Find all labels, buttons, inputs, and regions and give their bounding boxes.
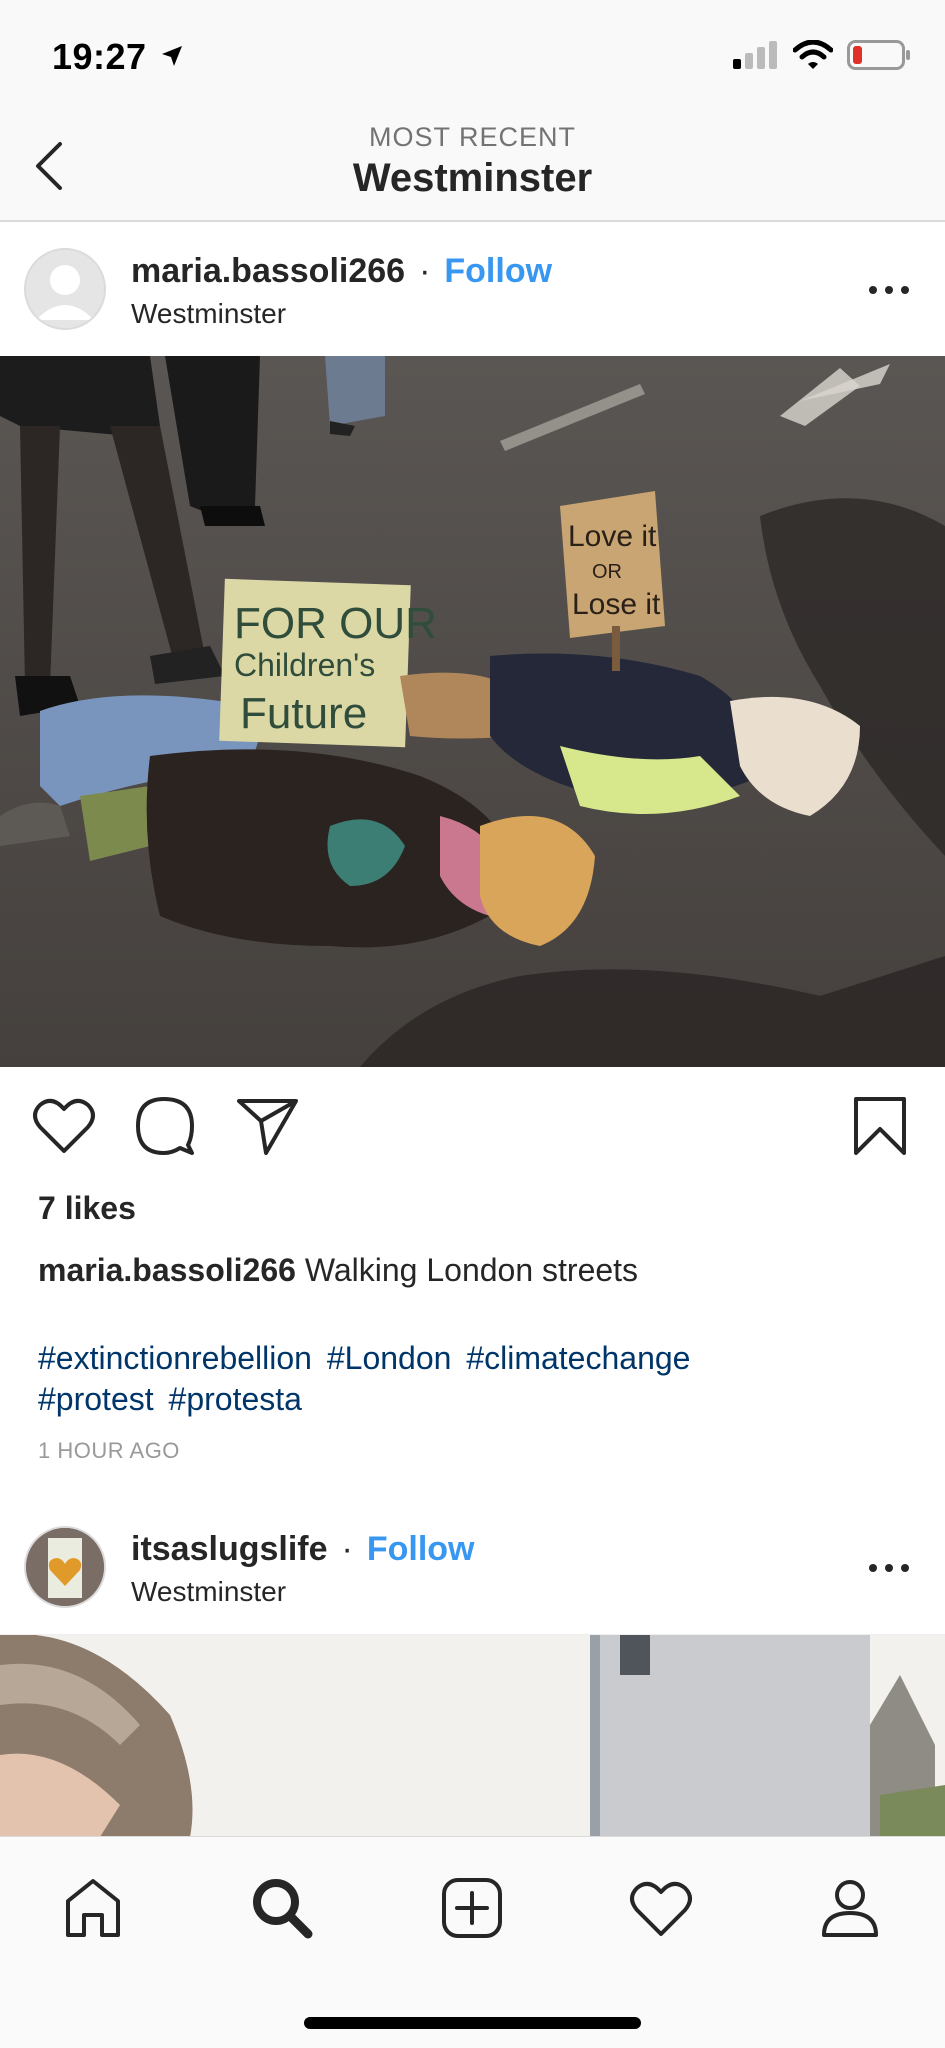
post-location[interactable]: Westminster (131, 298, 286, 330)
caption: maria.bassoli266 Walking London streets (38, 1250, 918, 1290)
like-button[interactable] (32, 1095, 96, 1160)
new-post-icon (442, 1878, 502, 1938)
nav-header: MOST RECENT Westminster (0, 110, 945, 222)
post-header: maria.bassoli266 · Follow Westminster (0, 222, 945, 356)
hashtag-link[interactable]: #climatechange (466, 1340, 690, 1376)
avatar[interactable] (24, 248, 106, 330)
page-title: Westminster (352, 156, 593, 200)
cellular-signal-icon (733, 41, 777, 69)
hashtags: #extinctionrebellion #London #climatecha… (38, 1338, 918, 1420)
post-photo[interactable]: FOR OUR Children's Future Love it OR Los… (0, 356, 945, 1067)
sign1-line1: FOR OUR (234, 599, 437, 648)
separator-dot: · (341, 1530, 353, 1568)
separator-dot: · (419, 252, 431, 290)
more-dot-icon (901, 1564, 909, 1572)
battery-icon (847, 40, 910, 70)
more-options-button[interactable] (869, 1562, 909, 1574)
tab-bar (0, 1836, 945, 2048)
activity-icon (630, 1881, 692, 1936)
status-time: 19:27 (52, 36, 147, 77)
follow-button[interactable]: Follow (367, 1530, 475, 1569)
bookmark-icon (854, 1097, 906, 1155)
hashtag-link[interactable]: #protesta (169, 1381, 302, 1417)
home-icon (66, 1879, 120, 1937)
post-timestamp: 1 HOUR AGO (38, 1438, 180, 1463)
share-button[interactable] (236, 1095, 300, 1160)
more-options-button[interactable] (869, 284, 909, 296)
default-avatar-icon (36, 265, 94, 320)
caption-text: Walking London streets (304, 1252, 639, 1288)
post-username[interactable]: maria.bassoli266 (131, 252, 405, 291)
tab-new-post[interactable] (437, 1873, 507, 1943)
post-user-line: itsaslugslife · Follow (131, 1530, 475, 1569)
more-dot-icon (869, 1564, 877, 1572)
location-arrow-icon (160, 44, 184, 73)
search-icon (253, 1879, 313, 1939)
post-username[interactable]: itsaslugslife (131, 1530, 328, 1569)
sign2-line3: Lose it (572, 588, 661, 621)
sign1-line2: Children's (234, 647, 375, 683)
save-button[interactable] (852, 1095, 908, 1162)
sign1-line3: Future (240, 689, 367, 738)
tab-home[interactable] (58, 1873, 128, 1943)
sign2-line2: OR (592, 561, 622, 583)
send-icon (237, 1099, 298, 1155)
caption-username[interactable]: maria.bassoli266 (38, 1252, 296, 1288)
home-indicator (304, 2017, 641, 2029)
hashtag-link[interactable]: #protest (38, 1381, 154, 1417)
post-header: itsaslugslife · Follow Westminster (0, 1500, 945, 1634)
more-dot-icon (901, 286, 909, 294)
user-photo-icon (26, 1528, 104, 1606)
tab-search[interactable] (247, 1873, 317, 1943)
post-user-line: maria.bassoli266 · Follow (131, 252, 552, 291)
profile-icon (822, 1880, 878, 1937)
more-dot-icon (885, 1564, 893, 1572)
post-actions (0, 1067, 945, 1187)
avatar[interactable] (24, 1526, 106, 1608)
likes-count[interactable]: 7 likes (38, 1190, 136, 1227)
hashtag-link[interactable]: #London (327, 1340, 452, 1376)
wifi-icon (793, 40, 833, 69)
tab-activity[interactable] (626, 1873, 696, 1943)
heart-icon (33, 1098, 95, 1153)
comment-button[interactable] (134, 1095, 198, 1160)
follow-button[interactable]: Follow (444, 252, 552, 291)
sign2-line1: Love it (568, 520, 657, 553)
tab-profile[interactable] (815, 1873, 885, 1943)
hashtag-link[interactable]: #extinctionrebellion (38, 1340, 312, 1376)
post-photo[interactable] (0, 1634, 945, 1836)
nav-subtitle: MOST RECENT (368, 122, 576, 152)
post-location[interactable]: Westminster (131, 1576, 286, 1608)
comment-icon (136, 1097, 194, 1155)
more-dot-icon (869, 286, 877, 294)
status-bar: 19:27 (0, 0, 945, 110)
more-dot-icon (885, 286, 893, 294)
status-indicators (733, 40, 911, 70)
